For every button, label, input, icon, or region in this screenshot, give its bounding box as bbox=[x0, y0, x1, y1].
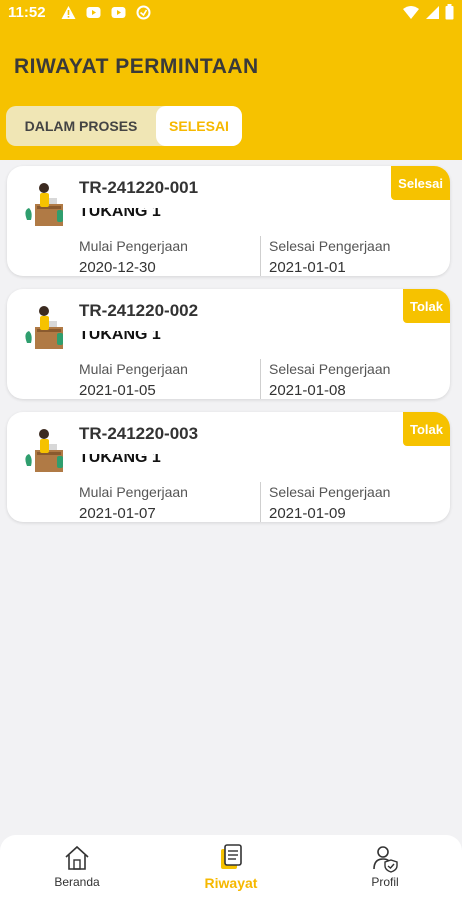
end-date: 2021-01-01 bbox=[269, 259, 346, 276]
home-icon bbox=[65, 845, 89, 870]
worker-name: TUKANG 1 bbox=[79, 208, 161, 217]
system-icons bbox=[402, 4, 454, 20]
start-date: 2021-01-05 bbox=[79, 382, 156, 399]
end-column: Selesai Pengerjaan 2021-01-09 bbox=[269, 484, 390, 522]
app-header: 11:52 RIWAYAT PERMINTAAN DALAM PROSES SE… bbox=[0, 0, 462, 160]
nav-label-riwayat: Riwayat bbox=[204, 875, 258, 891]
status-tabs: DALAM PROSES SELESAI bbox=[6, 106, 242, 146]
column-divider bbox=[260, 236, 261, 276]
request-code: TR-241220-002 bbox=[79, 301, 199, 320]
nav-item-profil[interactable]: Profil bbox=[308, 835, 462, 900]
battery-icon bbox=[445, 4, 454, 20]
worker-illustration-icon bbox=[25, 183, 63, 226]
start-column: Mulai Pengerjaan 2021-01-07 bbox=[79, 484, 188, 522]
start-label: Mulai Pengerjaan bbox=[79, 484, 188, 500]
end-column: Selesai Pengerjaan 2021-01-08 bbox=[269, 361, 390, 399]
tab-selesai[interactable]: SELESAI bbox=[156, 106, 242, 146]
end-column: Selesai Pengerjaan 2021-01-01 bbox=[269, 238, 390, 276]
nav-item-beranda[interactable]: Beranda bbox=[0, 835, 154, 900]
end-date: 2021-01-09 bbox=[269, 505, 346, 522]
worker-illustration-icon bbox=[25, 429, 63, 472]
status-time: 11:52 bbox=[8, 4, 46, 21]
request-card[interactable]: TR-241220-001 TUKANG 1 Selesai Mulai Pen… bbox=[7, 166, 450, 276]
start-column: Mulai Pengerjaan 2021-01-05 bbox=[79, 361, 188, 399]
nav-item-riwayat[interactable]: Riwayat bbox=[154, 835, 308, 900]
nav-label-profil: Profil bbox=[371, 875, 399, 889]
request-code: TR-241220-003 bbox=[79, 424, 199, 443]
end-label: Selesai Pengerjaan bbox=[269, 484, 391, 500]
column-divider bbox=[260, 482, 261, 522]
worker-name: TUKANG 1 bbox=[79, 331, 161, 340]
status-bar: 11:52 bbox=[0, 0, 462, 28]
status-badge: Selesai bbox=[391, 166, 450, 200]
start-date: 2020-12-30 bbox=[79, 259, 156, 276]
tab-dalam-proses[interactable]: DALAM PROSES bbox=[6, 106, 156, 146]
signal-icon bbox=[426, 5, 439, 19]
page-title: RIWAYAT PERMINTAAN bbox=[14, 55, 259, 78]
end-label: Selesai Pengerjaan bbox=[269, 238, 391, 254]
notification-icons bbox=[60, 5, 152, 20]
youtube-icon bbox=[111, 7, 126, 18]
request-code: TR-241220-001 bbox=[79, 178, 199, 197]
wifi-icon bbox=[403, 5, 419, 19]
bottom-navigation: Beranda Riwayat Profil bbox=[0, 835, 462, 900]
worker-illustration-icon bbox=[25, 306, 63, 349]
start-date: 2021-01-07 bbox=[79, 505, 156, 522]
youtube-icon bbox=[86, 7, 101, 18]
start-label: Mulai Pengerjaan bbox=[79, 361, 188, 377]
column-divider bbox=[260, 359, 261, 399]
worker-name: TUKANG 1 bbox=[79, 454, 161, 463]
request-card[interactable]: TR-241220-003 TUKANG 1 Tolak Mulai Penge… bbox=[7, 412, 450, 522]
end-date: 2021-01-08 bbox=[269, 382, 346, 399]
sync-icon bbox=[136, 5, 151, 20]
status-badge: Tolak bbox=[403, 289, 450, 323]
profile-shield-icon bbox=[373, 846, 398, 873]
start-column: Mulai Pengerjaan 2020-12-30 bbox=[79, 238, 188, 276]
document-icon bbox=[221, 844, 242, 869]
end-label: Selesai Pengerjaan bbox=[269, 361, 391, 377]
status-badge: Tolak bbox=[403, 412, 450, 446]
nav-label-beranda: Beranda bbox=[54, 875, 100, 889]
alert-icon bbox=[61, 6, 76, 19]
request-card[interactable]: TR-241220-002 TUKANG 1 Tolak Mulai Penge… bbox=[7, 289, 450, 399]
start-label: Mulai Pengerjaan bbox=[79, 238, 188, 254]
